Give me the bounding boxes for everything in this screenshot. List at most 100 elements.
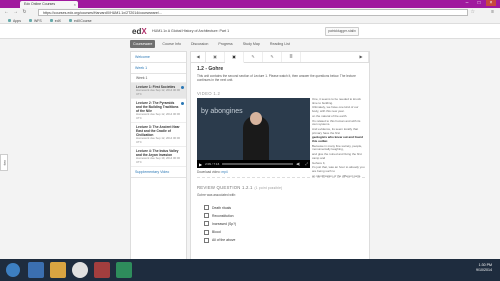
checkbox[interactable] bbox=[204, 229, 209, 235]
bookmark-icon bbox=[69, 19, 72, 22]
checkbox[interactable] bbox=[204, 205, 209, 210]
sidebar-section-supplementary[interactable]: Supplementary Video bbox=[131, 167, 186, 178]
help-tab[interactable]: Help bbox=[0, 154, 8, 171]
transcript-line[interactable]: and give the ruined and living the first… bbox=[312, 152, 366, 160]
unit-tab-problem-icon[interactable]: ✎ bbox=[263, 52, 282, 62]
bookmark-item[interactable]: WFS bbox=[28, 18, 42, 23]
question-title: REVIEW QUESTION 1.2.1 (1 point possible) bbox=[197, 185, 283, 190]
close-tab-icon[interactable]: × bbox=[74, 2, 76, 7]
sidebar-item-due: Homework due Sep 12, 2014 00:00 UTC bbox=[136, 88, 181, 96]
course-navigation: Welcome Week 1 Week 1 Lecture 1: First S… bbox=[130, 51, 187, 261]
browser-tab[interactable]: Edx Online Courses × bbox=[20, 1, 78, 8]
url-input[interactable]: https://courses.edx.org/courses/HarvardX… bbox=[38, 9, 468, 16]
bookmark-item[interactable]: Apps bbox=[8, 18, 21, 23]
answer-option[interactable]: Increased (Sp?) bbox=[204, 221, 236, 227]
volume-icon[interactable]: ◀) bbox=[296, 162, 302, 166]
app-icon[interactable] bbox=[116, 262, 132, 278]
sidebar-section-week-1[interactable]: Week 1 bbox=[131, 63, 186, 74]
start-button-icon[interactable] bbox=[6, 263, 20, 277]
transcript-line[interactable]: It's related to this human and with its … bbox=[312, 119, 366, 127]
lecturer-head bbox=[250, 112, 262, 125]
ie-icon[interactable] bbox=[28, 262, 44, 278]
unit-title: 1.2 - Gohre bbox=[197, 66, 224, 72]
sidebar-section-welcome[interactable]: Welcome bbox=[131, 52, 186, 63]
tab-course-info[interactable]: Course Info bbox=[159, 40, 184, 48]
bookmark-item[interactable]: edX bbox=[49, 18, 61, 23]
window-controls: – □ × bbox=[462, 0, 496, 8]
next-unit-button[interactable]: ▶ bbox=[354, 52, 369, 62]
close-window-icon[interactable]: × bbox=[486, 0, 496, 6]
unit-tab-video-icon[interactable]: ▣ bbox=[225, 51, 244, 63]
previous-unit-button[interactable]: ◀ bbox=[191, 52, 206, 62]
transcript-line[interactable]: it's just that, was an hour to already y… bbox=[312, 165, 366, 173]
divider bbox=[197, 177, 365, 179]
sidebar-item-lecture-3[interactable]: Lecture 3: The Ancient Near East and the… bbox=[131, 123, 186, 147]
sidebar-item-lecture-4[interactable]: Lecture 4: The Indus Valley and the Arya… bbox=[131, 147, 186, 167]
browser-menu-icon[interactable]: ≡ bbox=[491, 9, 494, 15]
checkbox[interactable] bbox=[204, 237, 209, 243]
unit-tab-text-icon[interactable]: ≣ bbox=[282, 52, 301, 62]
tab-reading-list[interactable]: Reading List bbox=[267, 40, 293, 48]
bookmark-star-icon[interactable]: ☆ bbox=[471, 9, 475, 15]
folder-icon[interactable] bbox=[50, 262, 66, 278]
transcript-line-current[interactable]: geologists who knew out and found this o… bbox=[312, 135, 366, 143]
video-transcript[interactable]: One, it seems to be needed to knock time… bbox=[312, 98, 366, 208]
transcript-line[interactable]: And evidence, its seem locally that prim… bbox=[312, 127, 366, 135]
minimize-icon[interactable]: – bbox=[462, 0, 472, 6]
course-tabs: Courseware Course Info Discussion Progre… bbox=[130, 40, 370, 48]
sidebar-item-due: Homework due Sep 19, 2014 00:00 UTC bbox=[136, 156, 181, 164]
back-arrow-icon[interactable]: ← bbox=[3, 9, 10, 16]
fullscreen-icon[interactable]: ⤢ bbox=[305, 162, 310, 166]
site-header: edX HUM1.1x A Global History of Architec… bbox=[0, 24, 500, 39]
app-icon[interactable] bbox=[94, 262, 110, 278]
bookmark-item[interactable]: edXCourse bbox=[69, 18, 92, 23]
answer-option[interactable]: Death rituals bbox=[204, 205, 236, 210]
courseware-content: ◀ ▣ ▣ ✎ ✎ ≣ ▶ 1.2 - Gohre This unit cont… bbox=[190, 51, 370, 261]
checkbox[interactable] bbox=[204, 221, 209, 227]
tab-courseware[interactable]: Courseware bbox=[130, 40, 156, 48]
reload-icon[interactable]: ↻ bbox=[21, 9, 28, 16]
sidebar-subsection: Week 1 bbox=[131, 74, 186, 83]
checkbox[interactable] bbox=[204, 213, 209, 219]
answer-options: Death rituals Reconstitution Increased (… bbox=[204, 205, 236, 246]
question-prompt: Gohre was associated with: bbox=[197, 193, 236, 197]
tab-progress[interactable]: Progress bbox=[215, 40, 235, 48]
tab-discussion[interactable]: Discussion bbox=[188, 40, 211, 48]
chrome-icon[interactable] bbox=[72, 262, 88, 278]
video-frame[interactable]: by abongines bbox=[197, 98, 310, 160]
answer-option[interactable]: All of the above bbox=[204, 237, 236, 243]
windows-taskbar: 1:30 PM 9/10/2014 bbox=[0, 259, 500, 281]
completed-icon bbox=[181, 102, 184, 105]
transcript-line[interactable]: Because in many fine society, people, mo… bbox=[312, 144, 366, 152]
question-points: (1 point possible) bbox=[254, 186, 283, 190]
browser-titlebar: Edx Online Courses × – □ × bbox=[0, 0, 500, 8]
video-controls: ▶ 2:09 / 7:16 ◀) ⤢ bbox=[197, 160, 310, 168]
video-title: VIDEO 1.2 bbox=[197, 91, 221, 96]
sidebar-item-lecture-1[interactable]: Lecture 1: First Societies Homework due … bbox=[131, 83, 186, 99]
forward-arrow-icon[interactable]: → bbox=[12, 9, 19, 16]
course-title: HUM1.1x A Global History of Architecture… bbox=[152, 29, 230, 33]
transcript-line[interactable]: One, it seems to be needed to knock time… bbox=[312, 98, 366, 105]
play-icon[interactable]: ▶ bbox=[199, 162, 202, 167]
answer-option[interactable]: Blood bbox=[204, 229, 236, 235]
unit-tab-video-icon[interactable]: ▣ bbox=[206, 52, 225, 62]
sequence-navigation: ◀ ▣ ▣ ✎ ✎ ≣ ▶ bbox=[191, 51, 369, 63]
sidebar-item-lecture-2[interactable]: Lecture 2: The Pyramids and the Building… bbox=[131, 99, 186, 123]
video-player[interactable]: by abongines ▶ 2:09 / 7:16 ◀) ⤢ bbox=[197, 98, 310, 168]
answer-option[interactable]: Reconstitution bbox=[204, 213, 236, 219]
maximize-icon[interactable]: □ bbox=[474, 0, 484, 6]
browser-tab-title: Edx Online Courses bbox=[24, 2, 56, 6]
transcript-line[interactable]: Ultimately, we have one kind of our body… bbox=[312, 105, 366, 113]
sidebar-item-due: Homework due Sep 12, 2014 00:00 UTC bbox=[136, 136, 181, 144]
download-link[interactable]: mp4 bbox=[221, 170, 227, 174]
unit-tab-problem-icon[interactable]: ✎ bbox=[244, 52, 263, 62]
tab-study-map[interactable]: Study Map bbox=[240, 40, 263, 48]
sidebar-item-due: Homework due Sep 12, 2014 00:00 UTC bbox=[136, 112, 181, 120]
video-progress-bar[interactable] bbox=[222, 163, 294, 165]
transcript-line[interactable]: on the natural of the earth. bbox=[312, 114, 366, 119]
apps-icon bbox=[8, 19, 11, 22]
system-clock[interactable]: 1:30 PM 9/10/2014 bbox=[476, 263, 492, 273]
user-menu-button[interactable]: patricklugger-stalin bbox=[325, 27, 359, 36]
completed-icon bbox=[181, 86, 184, 89]
edx-logo[interactable]: edX bbox=[132, 27, 147, 36]
